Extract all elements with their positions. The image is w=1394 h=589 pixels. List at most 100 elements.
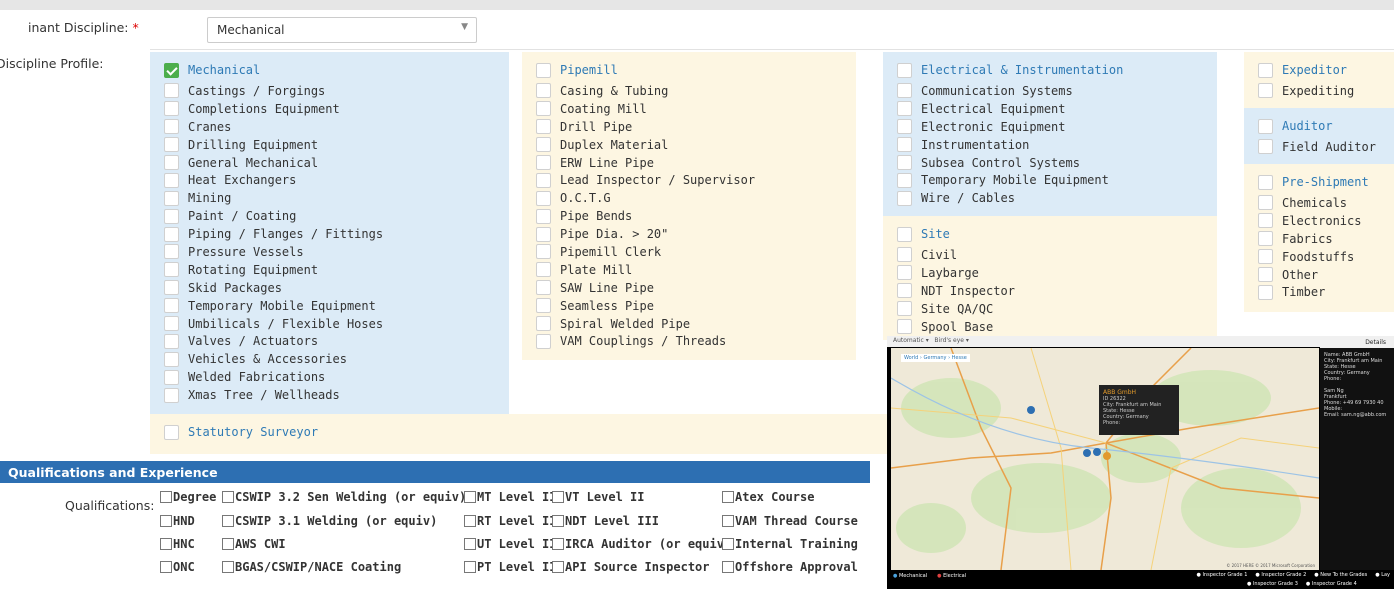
checkbox-icon[interactable] — [164, 424, 179, 440]
checkbox-icon[interactable] — [897, 119, 912, 135]
checkbox-item[interactable]: Valves / Actuators — [164, 332, 495, 350]
checkbox-item[interactable]: Umbilicals / Flexible Hoses — [164, 315, 495, 333]
checkbox-item[interactable]: Subsea Control Systems — [897, 154, 1203, 172]
checkbox-icon[interactable] — [164, 316, 179, 332]
checkbox-icon[interactable] — [1258, 118, 1273, 134]
qualification-checkbox[interactable]: Offshore Approval — [722, 560, 858, 574]
checkbox-icon[interactable] — [897, 319, 912, 334]
checkbox-icon[interactable] — [164, 137, 179, 153]
checkbox-icon[interactable] — [536, 262, 551, 278]
checkbox-icon[interactable] — [536, 137, 551, 153]
map-breadcrumb[interactable]: World › Germany › Hesse — [901, 354, 970, 362]
checkbox-item[interactable]: Expediting — [1258, 82, 1380, 100]
checkbox-icon[interactable] — [552, 491, 564, 503]
qualification-checkbox[interactable]: RT Level II — [464, 514, 556, 528]
checkbox-icon[interactable] — [536, 190, 551, 206]
checkbox-icon[interactable] — [897, 62, 912, 78]
checkbox-icon[interactable] — [536, 333, 551, 349]
checkbox-pipemill[interactable]: Pipemill — [536, 60, 842, 80]
checkbox-icon[interactable] — [536, 316, 551, 332]
qualification-checkbox[interactable]: ONC — [160, 560, 195, 574]
checkbox-item[interactable]: Xmas Tree / Wellheads — [164, 386, 495, 404]
qualification-checkbox[interactable]: BGAS/CSWIP/NACE Coating — [222, 560, 401, 574]
checkbox-icon[interactable] — [222, 538, 234, 550]
checkbox-icon[interactable] — [164, 333, 179, 349]
checkbox-item[interactable]: Temporary Mobile Equipment — [897, 171, 1203, 189]
checkbox-icon[interactable] — [164, 155, 179, 170]
checkbox-icon[interactable] — [464, 538, 476, 550]
checkbox-icon[interactable] — [897, 226, 912, 242]
checkbox-icon[interactable] — [897, 155, 912, 170]
checkbox-icon[interactable] — [164, 62, 179, 78]
checkbox-item[interactable]: Drilling Equipment — [164, 136, 495, 154]
checkbox-icon[interactable] — [897, 190, 912, 206]
checkbox-item[interactable]: Piping / Flanges / Fittings — [164, 225, 495, 243]
checkbox-icon[interactable] — [164, 226, 179, 242]
checkbox-icon[interactable] — [1258, 62, 1273, 78]
checkbox-item[interactable]: Timber — [1258, 283, 1380, 301]
checkbox-item[interactable]: Fabrics — [1258, 230, 1380, 248]
checkbox-item[interactable]: Electronics — [1258, 212, 1380, 230]
checkbox-icon[interactable] — [536, 298, 551, 314]
checkbox-item[interactable]: Paint / Coating — [164, 207, 495, 225]
qualification-checkbox[interactable]: PT Level II — [464, 560, 556, 574]
checkbox-item[interactable]: NDT Inspector — [897, 282, 1203, 300]
checkbox-icon[interactable] — [536, 155, 551, 170]
qualification-checkbox[interactable]: Degree — [160, 490, 216, 504]
checkbox-item[interactable]: Casing & Tubing — [536, 82, 842, 100]
checkbox-item[interactable]: Spiral Welded Pipe — [536, 315, 842, 333]
checkbox-icon[interactable] — [1258, 174, 1273, 190]
qualification-checkbox[interactable]: CSWIP 3.2 Sen Welding (or equiv) — [222, 490, 466, 504]
checkbox-icon[interactable] — [160, 515, 172, 527]
checkbox-icon[interactable] — [164, 190, 179, 206]
checkbox-auditor[interactable]: Auditor — [1258, 116, 1380, 136]
checkbox-mechanical[interactable]: Mechanical — [164, 60, 495, 80]
checkbox-icon[interactable] — [164, 351, 179, 367]
checkbox-icon[interactable] — [552, 538, 564, 550]
checkbox-icon[interactable] — [1258, 249, 1273, 265]
checkbox-icon[interactable] — [464, 561, 476, 573]
checkbox-item[interactable]: Rotating Equipment — [164, 261, 495, 279]
checkbox-item[interactable]: Seamless Pipe — [536, 297, 842, 315]
checkbox-icon[interactable] — [164, 119, 179, 135]
checkbox-item[interactable]: Electrical Equipment — [897, 100, 1203, 118]
checkbox-icon[interactable] — [536, 83, 551, 99]
checkbox-icon[interactable] — [160, 491, 172, 503]
checkbox-icon[interactable] — [164, 208, 179, 224]
checkbox-item[interactable]: Electronic Equipment — [897, 118, 1203, 136]
checkbox-item[interactable]: O.C.T.G — [536, 189, 842, 207]
checkbox-icon[interactable] — [552, 515, 564, 527]
checkbox-item[interactable]: SAW Line Pipe — [536, 279, 842, 297]
checkbox-icon[interactable] — [160, 538, 172, 550]
checkbox-item[interactable]: Temporary Mobile Equipment — [164, 297, 495, 315]
checkbox-icon[interactable] — [897, 101, 912, 117]
checkbox-icon[interactable] — [1258, 284, 1273, 300]
checkbox-icon[interactable] — [897, 83, 912, 99]
checkbox-icon[interactable] — [722, 561, 734, 573]
checkbox-icon[interactable] — [164, 244, 179, 260]
checkbox-item[interactable]: Heat Exchangers — [164, 171, 495, 189]
checkbox-item[interactable]: Other — [1258, 266, 1380, 284]
checkbox-icon[interactable] — [897, 172, 912, 188]
qualification-checkbox[interactable]: CSWIP 3.1 Welding (or equiv) — [222, 514, 437, 528]
checkbox-icon[interactable] — [464, 491, 476, 503]
checkbox-icon[interactable] — [897, 283, 912, 299]
qualification-checkbox[interactable]: API Source Inspector — [552, 560, 710, 574]
checkbox-icon[interactable] — [1258, 195, 1273, 211]
qualification-checkbox[interactable]: UT Level II — [464, 537, 556, 551]
checkbox-icon[interactable] — [897, 301, 912, 317]
checkbox-icon[interactable] — [164, 280, 179, 296]
checkbox-icon[interactable] — [1258, 267, 1273, 282]
checkbox-site[interactable]: Site — [897, 224, 1203, 244]
checkbox-item[interactable]: Plate Mill — [536, 261, 842, 279]
checkbox-item[interactable]: Field Auditor — [1258, 138, 1380, 156]
checkbox-item[interactable]: Pipe Bends — [536, 207, 842, 225]
checkbox-preshipment[interactable]: Pre-Shipment — [1258, 172, 1380, 192]
map-canvas[interactable]: World › Germany › Hesse ABB GmbH ID 2632… — [891, 348, 1319, 570]
checkbox-item[interactable]: Cranes — [164, 118, 495, 136]
checkbox-item[interactable]: Drill Pipe — [536, 118, 842, 136]
dominant-discipline-select[interactable]: Mechanical ▼ — [207, 17, 477, 43]
qualification-checkbox[interactable]: HNC — [160, 537, 195, 551]
checkbox-icon[interactable] — [536, 172, 551, 188]
checkbox-item[interactable]: Completions Equipment — [164, 100, 495, 118]
